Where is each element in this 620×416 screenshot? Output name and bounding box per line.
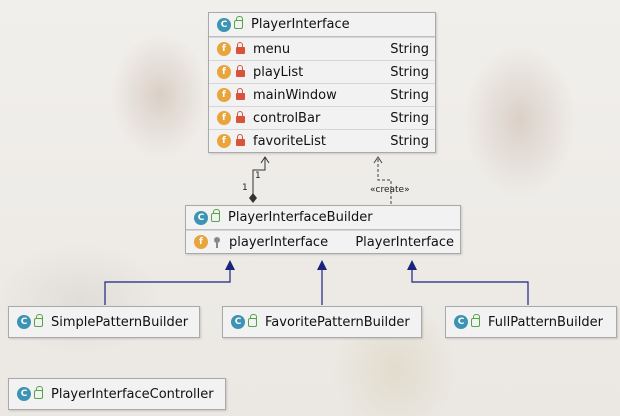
field-row[interactable]: f playerInterface PlayerInterface (186, 230, 460, 253)
field-row[interactable]: f playList String (209, 60, 435, 83)
field-name: playList (253, 64, 304, 80)
lock-icon (236, 88, 245, 100)
generalization-full (407, 260, 529, 305)
class-simple-pattern-builder[interactable]: C SimplePatternBuilder (8, 306, 200, 338)
unlock-icon (248, 313, 257, 327)
class-icon: C (17, 315, 31, 329)
unlock-icon (234, 16, 243, 29)
class-header: C SimplePatternBuilder (9, 307, 199, 337)
class-full-pattern-builder[interactable]: C FullPatternBuilder (445, 306, 617, 338)
field-name: mainWindow (253, 87, 337, 103)
field-type: String (390, 64, 429, 80)
unlock-icon (34, 313, 43, 327)
unlock-icon (34, 385, 43, 399)
class-favorite-pattern-builder[interactable]: C FavoritePatternBuilder (222, 306, 422, 338)
field-name: favoriteList (253, 133, 326, 149)
lock-icon (236, 111, 245, 123)
class-header: C FullPatternBuilder (446, 307, 616, 337)
field-icon: f (217, 42, 231, 56)
unlock-icon (211, 209, 220, 222)
class-name: SimplePatternBuilder (51, 314, 189, 330)
class-player-interface-builder[interactable]: C PlayerInterfaceBuilder f playerInterfa… (185, 205, 461, 254)
class-player-interface[interactable]: C PlayerInterface f menu String f playLi… (208, 12, 436, 153)
field-type: String (390, 110, 429, 126)
field-type: PlayerInterface (355, 234, 454, 250)
field-row[interactable]: f menu String (209, 37, 435, 60)
lock-icon (236, 134, 245, 146)
generalization-simple (104, 260, 235, 305)
field-name: controlBar (253, 110, 321, 126)
key-icon (213, 236, 221, 248)
field-name: playerInterface (229, 234, 329, 250)
unlock-icon (471, 313, 480, 327)
field-type: String (390, 41, 429, 57)
class-icon: C (231, 315, 245, 329)
class-header: C PlayerInterfaceController (9, 379, 225, 409)
class-name: PlayerInterfaceController (51, 386, 214, 402)
class-icon: C (217, 17, 231, 32)
generalization-favorite (317, 260, 327, 305)
class-name: FullPatternBuilder (488, 314, 603, 330)
class-name: PlayerInterface (251, 17, 350, 32)
field-name: menu (253, 41, 291, 57)
field-row[interactable]: f controlBar String (209, 106, 435, 129)
field-type: String (390, 87, 429, 103)
field-icon: f (217, 134, 231, 148)
class-header: C PlayerInterfaceBuilder (186, 206, 460, 230)
field-icon: f (194, 235, 208, 249)
multiplicity-upper: 1 (255, 171, 261, 181)
field-icon: f (217, 111, 231, 125)
class-header: C FavoritePatternBuilder (223, 307, 421, 337)
composition-relation: 1 1 (242, 156, 270, 203)
field-icon: f (217, 65, 231, 79)
class-icon: C (194, 210, 208, 225)
field-row[interactable]: f mainWindow String (209, 83, 435, 106)
class-player-interface-controller[interactable]: C PlayerInterfaceController (8, 378, 226, 410)
field-row[interactable]: f favoriteList String (209, 129, 435, 152)
field-icon: f (217, 88, 231, 102)
class-icon: C (17, 387, 31, 401)
class-name: FavoritePatternBuilder (265, 314, 410, 330)
create-dependency: «create» (370, 156, 410, 204)
lock-icon (236, 42, 245, 54)
multiplicity-lower: 1 (242, 183, 248, 193)
class-name: PlayerInterfaceBuilder (228, 210, 373, 225)
create-label: «create» (370, 185, 410, 195)
class-icon: C (454, 315, 468, 329)
lock-icon (236, 65, 245, 77)
class-header: C PlayerInterface (209, 13, 435, 37)
field-type: String (390, 133, 429, 149)
